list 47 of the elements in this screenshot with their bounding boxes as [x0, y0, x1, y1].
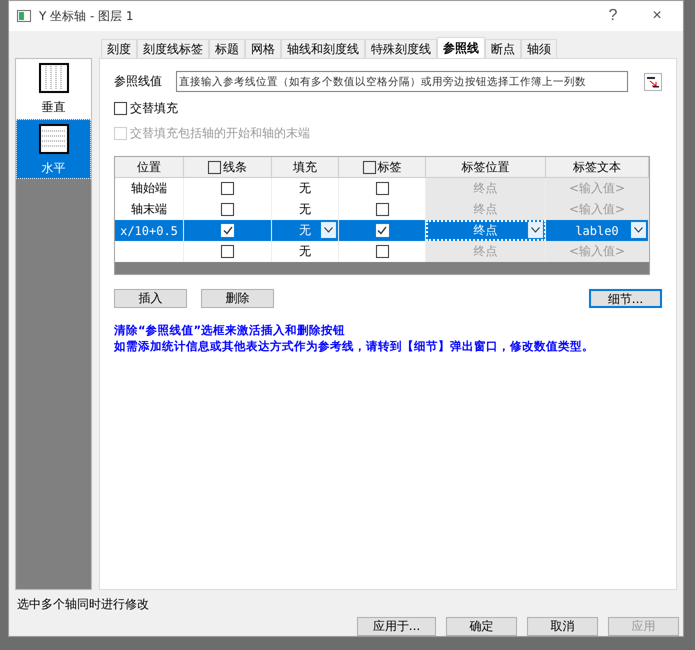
tab[interactable]: 刻度 — [101, 39, 137, 58]
label-checkbox[interactable] — [376, 182, 388, 195]
label-checkbox[interactable] — [376, 245, 388, 258]
tab[interactable]: 轴须 — [521, 39, 557, 58]
column-header[interactable]: 标签文本 — [546, 157, 649, 178]
tab[interactable]: 刻度线标签 — [137, 39, 209, 58]
tab[interactable]: 断点 — [485, 39, 521, 58]
close-button[interactable]: × — [639, 7, 675, 25]
tab[interactable]: 标题 — [209, 39, 245, 58]
details-button[interactable]: 细节... — [589, 289, 662, 308]
caret-icon — [531, 227, 540, 233]
horizontal-grid-icon — [38, 124, 68, 154]
dialog-button[interactable]: 取消 — [527, 617, 598, 636]
line-checkbox[interactable] — [221, 245, 234, 258]
hint-text: 清除“参照线值”选框来激活插入和删除按钮 — [114, 322, 346, 338]
dialog-button[interactable]: 应用于... — [357, 617, 436, 636]
table-row[interactable]: x/10+0.5 无 终点 lable0 — [115, 220, 649, 241]
field-label: 参照线值 — [114, 73, 163, 90]
tab[interactable]: 轴线和刻度线 — [281, 39, 365, 58]
column-header[interactable]: 线条 — [184, 157, 272, 178]
sidebar-item[interactable]: 垂直 — [16, 59, 91, 119]
hint-text: 如需添加统计信息或其他表达方式作为参考线，请转到【细节】弹出窗口，修改数值类型。 — [114, 338, 595, 354]
caret-icon — [324, 227, 333, 233]
tab[interactable]: 网格 — [245, 39, 281, 58]
sidebar-item[interactable]: 水平 — [16, 119, 91, 179]
status-text: 选中多个轴同时进行修改 — [16, 596, 150, 613]
tab[interactable]: 参照线 — [437, 37, 485, 58]
label-checkbox[interactable] — [376, 203, 388, 216]
checkbox-option[interactable]: 交替填充 — [114, 100, 662, 117]
help-button[interactable]: ? — [595, 7, 631, 25]
table-action-button[interactable]: 删除 — [201, 289, 274, 308]
caret-icon — [634, 227, 643, 233]
line-checkbox[interactable] — [221, 203, 234, 216]
line-checkbox[interactable] — [221, 182, 234, 195]
column-header[interactable]: 标签位置 — [426, 157, 546, 178]
column-header[interactable]: 位置 — [115, 157, 184, 178]
window-icon — [17, 10, 31, 22]
tab[interactable]: 特殊刻度线 — [365, 39, 437, 58]
column-header[interactable]: 标签 — [339, 157, 426, 178]
input-field[interactable]: 直接输入参考线位置（如有多个数值以空格分隔）或用旁边按钮选择工作簿上一列数 — [176, 71, 628, 92]
select-column-button[interactable] — [644, 72, 662, 90]
window-title: Y 坐标轴 - 图层 1 — [39, 8, 135, 24]
table-action-button[interactable]: 插入 — [114, 289, 187, 308]
table-cell[interactable]: 终点 — [426, 220, 546, 241]
dialog-button[interactable]: 确定 — [446, 617, 517, 636]
vertical-grid-icon — [38, 63, 68, 93]
column-header[interactable]: 填充 — [272, 157, 339, 178]
